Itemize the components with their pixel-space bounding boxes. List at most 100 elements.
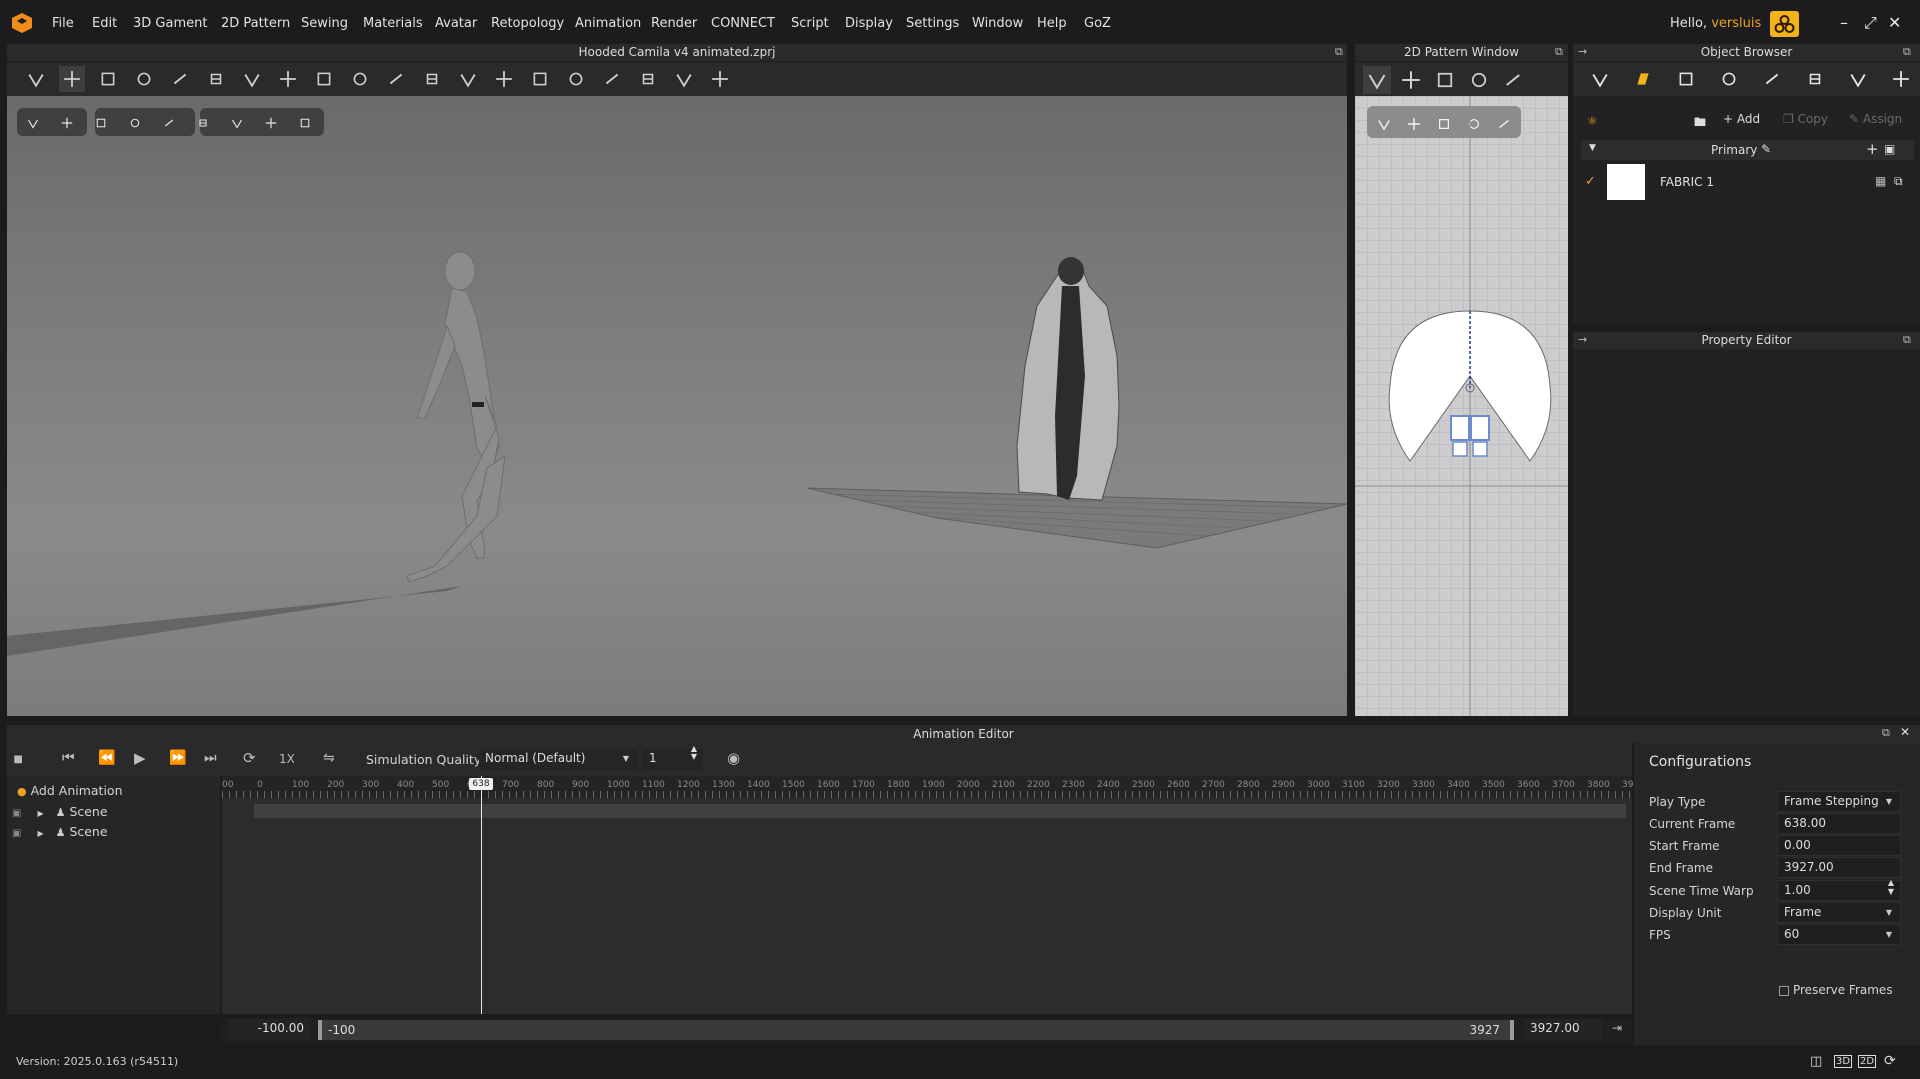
- pin-panel-icon[interactable]: →: [1578, 45, 1587, 58]
- sphere-icon[interactable]: [491, 66, 517, 92]
- rename-pencil-icon[interactable]: ✎: [1761, 142, 1771, 156]
- pattern-float-icon[interactable]: ⧉: [1555, 45, 1563, 59]
- config-current-frame-field[interactable]: 638.00: [1777, 813, 1901, 834]
- polygon-icon[interactable]: [1431, 66, 1459, 94]
- add-fabric-icon[interactable]: +: [1866, 140, 1879, 158]
- animation-float-icon[interactable]: ⧉: [1882, 726, 1890, 740]
- fold-icon[interactable]: [167, 66, 193, 92]
- 2d-view-icon[interactable]: 2D: [1858, 1055, 1877, 1068]
- trims-icon[interactable]: [1888, 66, 1914, 92]
- menu-goz[interactable]: GoZ: [1084, 16, 1111, 31]
- visibility-icon[interactable]: ▣: [12, 828, 21, 839]
- timeline[interactable]: 0001002003004005006007008009001000110012…: [222, 776, 1639, 1014]
- fabric-list-item[interactable]: ✓ FABRIC 1 ▦ ⧉: [1581, 164, 1914, 202]
- range-start-field[interactable]: -100.00: [228, 1019, 310, 1040]
- walk-icon[interactable]: [707, 66, 733, 92]
- first-frame-icon[interactable]: ⏮: [62, 750, 75, 766]
- open-folder-icon[interactable]: ▣: [1884, 142, 1895, 156]
- folder-icon[interactable]: 🖿: [1694, 113, 1706, 134]
- checkbox-box[interactable]: [1779, 985, 1789, 996]
- fold-icon[interactable]: [1499, 66, 1527, 94]
- edit-pin-icon[interactable]: [131, 66, 157, 92]
- tack-icon[interactable]: [239, 66, 265, 92]
- fit-range-icon[interactable]: ⇥: [1612, 1021, 1622, 1035]
- sim-quality-select[interactable]: Normal (Default): [479, 749, 637, 770]
- record-camera-icon[interactable]: ◾: [13, 751, 23, 767]
- play-icon[interactable]: ▶: [134, 749, 146, 767]
- config-scene-time-warp-field[interactable]: 1.00 ▲ ▼: [1777, 878, 1901, 901]
- pose-icon[interactable]: [671, 66, 697, 92]
- move-icon[interactable]: [59, 66, 85, 92]
- scale-icon[interactable]: [419, 66, 445, 92]
- menu-2d-pattern[interactable]: 2D Pattern: [221, 16, 290, 31]
- config-display-unit-field[interactable]: Frame: [1777, 902, 1901, 923]
- 3d-view-icon[interactable]: 3D: [1834, 1055, 1853, 1068]
- avatar-fit-icon[interactable]: [311, 66, 337, 92]
- range-start-handle[interactable]: [318, 1020, 322, 1040]
- fabric-type-icon[interactable]: ⚛: [1587, 114, 1598, 128]
- menu-help[interactable]: Help: [1037, 16, 1067, 31]
- playback-speed-button[interactable]: 1X: [279, 752, 295, 766]
- preserve-frames-checkbox[interactable]: Preserve Frames: [1779, 982, 1893, 997]
- hooded-cloak-garment[interactable]: [1016, 257, 1120, 501]
- add-animation-button[interactable]: ● Add Animation: [17, 783, 123, 798]
- expand-arrow-icon[interactable]: ▶: [37, 829, 43, 838]
- 2d-pattern-canvas[interactable]: [1355, 96, 1568, 716]
- last-frame-icon[interactable]: ⏭: [204, 750, 217, 766]
- ruler-icon[interactable]: [527, 66, 553, 92]
- prev-frame-icon[interactable]: ⏪: [98, 750, 115, 766]
- menu-connect[interactable]: CONNECT: [711, 16, 775, 31]
- fabric-copy-icon[interactable]: ⧉: [1894, 174, 1903, 189]
- menu-file[interactable]: File: [52, 16, 74, 31]
- auto-key-icon[interactable]: ⇋: [323, 750, 335, 766]
- rectangle-icon[interactable]: [1465, 66, 1493, 94]
- select-icon[interactable]: [23, 66, 49, 92]
- checker-icon[interactable]: [1673, 66, 1699, 92]
- track-item[interactable]: ▣ ▶ ♟ Scene: [12, 824, 108, 839]
- topstitch-icon[interactable]: [1802, 66, 1828, 92]
- animation-close-icon[interactable]: ✕: [1900, 725, 1910, 739]
- config-start-frame-field[interactable]: 0.00: [1777, 835, 1901, 856]
- menu-edit[interactable]: Edit: [92, 16, 117, 31]
- menu-display[interactable]: Display: [845, 16, 893, 31]
- menu-script[interactable]: Script: [791, 16, 829, 31]
- copy-button[interactable]: ❐ Copy: [1783, 112, 1828, 126]
- step-spinner[interactable]: 1 ▲ ▼: [643, 745, 703, 770]
- button-icon[interactable]: [1716, 66, 1742, 92]
- copy-paste-icon[interactable]: [347, 66, 373, 92]
- fabric-tab-icon[interactable]: [1630, 66, 1656, 92]
- zip-icon[interactable]: [1759, 66, 1785, 92]
- object-browser-float-icon[interactable]: ⧉: [1903, 45, 1911, 59]
- segment-icon[interactable]: [203, 66, 229, 92]
- visibility-icon[interactable]: ▣: [12, 808, 21, 819]
- config-fps-field[interactable]: 60: [1777, 924, 1901, 945]
- expand-arrow-icon[interactable]: ▶: [37, 809, 43, 818]
- fabric-group-header[interactable]: ▼ Primary ✎ + ▣: [1581, 140, 1914, 160]
- box-icon[interactable]: [563, 66, 589, 92]
- username[interactable]: versluis: [1711, 16, 1761, 31]
- menu-settings[interactable]: Settings: [906, 16, 959, 31]
- config-play-type-field[interactable]: Frame Stepping: [1777, 791, 1901, 812]
- menu-avatar[interactable]: Avatar: [435, 16, 477, 31]
- user-profile-icon[interactable]: [1770, 11, 1799, 37]
- menu-animation[interactable]: Animation: [575, 16, 641, 31]
- transform-icon[interactable]: [95, 66, 121, 92]
- pin-property-icon[interactable]: →: [1578, 333, 1587, 346]
- pattern-piece-left[interactable]: [1450, 415, 1470, 441]
- measure-icon[interactable]: [455, 66, 481, 92]
- restore-icon[interactable]: ⤢: [1864, 13, 1877, 33]
- fabric-properties-icon[interactable]: ▦: [1875, 174, 1886, 188]
- menu-render[interactable]: Render: [651, 16, 697, 31]
- range-end-field[interactable]: 3927.00: [1524, 1019, 1602, 1040]
- loop-icon[interactable]: ⟳: [243, 749, 256, 767]
- add-button[interactable]: + Add: [1723, 112, 1760, 126]
- playhead-line[interactable]: [481, 776, 482, 1014]
- config-end-frame-field[interactable]: 3927.00: [1777, 857, 1901, 878]
- puckering-icon[interactable]: [1845, 66, 1871, 92]
- menu-3d-garment[interactable]: 3D Gament: [133, 16, 207, 31]
- grid-icon[interactable]: [383, 66, 409, 92]
- assign-button[interactable]: ✎ Assign: [1849, 112, 1902, 126]
- single-view-icon[interactable]: ◫: [1810, 1054, 1822, 1069]
- camera-settings-icon[interactable]: ◉: [727, 749, 740, 767]
- pattern-piece-right[interactable]: [1470, 415, 1490, 441]
